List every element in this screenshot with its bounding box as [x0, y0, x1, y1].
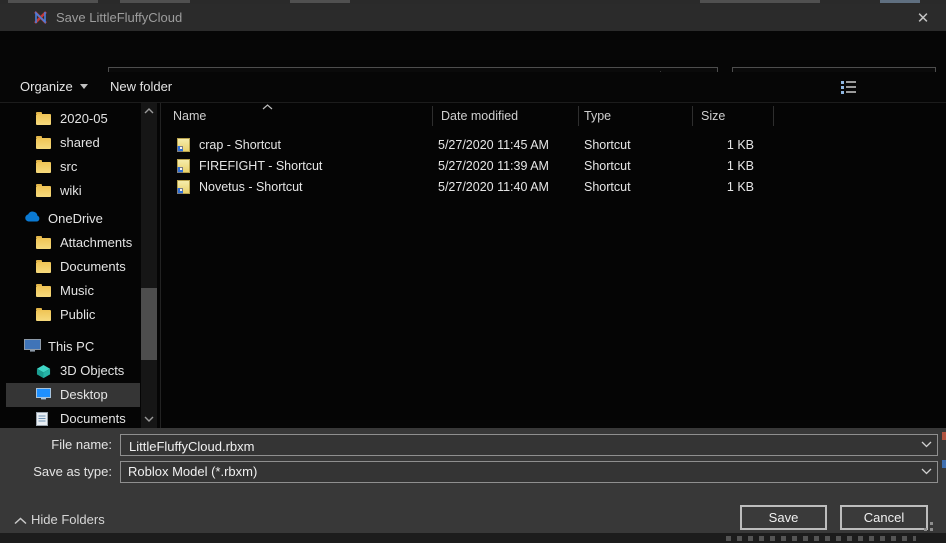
save-as-type-select[interactable]: Roblox Model (*.rbxm)	[120, 461, 938, 483]
file-name-combobox[interactable]	[120, 434, 938, 456]
save-as-type-label: Save as type:	[0, 464, 112, 479]
shortcut-file-icon	[177, 138, 190, 152]
sidebar-item-onedrive[interactable]: OneDrive	[0, 207, 140, 231]
desktop-monitor-icon	[36, 388, 51, 400]
folder-icon	[36, 114, 51, 125]
new-folder-button[interactable]: New folder	[110, 72, 172, 102]
chevron-down-icon[interactable]	[921, 468, 932, 475]
column-divider[interactable]	[692, 106, 693, 126]
sidebar-item-desktop[interactable]: Desktop	[6, 383, 140, 407]
sidebar-item-3d-objects[interactable]: 3D Objects	[0, 359, 140, 383]
column-divider[interactable]	[578, 106, 579, 126]
folder-icon	[36, 238, 51, 249]
command-toolbar: Organize New folder ?	[0, 72, 946, 103]
sidebar-item-public[interactable]: Public	[0, 303, 140, 327]
details-view-icon[interactable]	[841, 81, 857, 94]
save-button[interactable]: Save	[740, 505, 827, 530]
column-divider[interactable]	[773, 106, 774, 126]
title-bar: Save LittleFluffyCloud ✕	[0, 4, 946, 31]
chevron-down-icon	[80, 84, 88, 89]
file-name-input[interactable]	[127, 436, 901, 456]
organize-button[interactable]: Organize	[20, 72, 88, 102]
close-icon[interactable]: ✕	[906, 7, 940, 29]
file-row-novetus[interactable]: Novetus - Shortcut 5/27/2020 11:40 AM Sh…	[161, 177, 946, 198]
column-header-type[interactable]: Type	[584, 103, 611, 129]
document-page-icon	[36, 412, 48, 426]
sidebar-item-2020-05[interactable]: 2020-05	[0, 107, 140, 131]
folder-icon	[36, 186, 51, 197]
folder-icon	[36, 162, 51, 173]
folder-icon	[36, 310, 51, 321]
3d-cube-icon	[36, 364, 51, 379]
sidebar-item-shared[interactable]: shared	[0, 131, 140, 155]
column-header-date[interactable]: Date modified	[441, 103, 518, 129]
file-row-crap[interactable]: crap - Shortcut 5/27/2020 11:45 AM Short…	[161, 135, 946, 156]
hide-folders-button[interactable]: Hide Folders	[31, 512, 105, 527]
navigation-bar: ← → ↑ This PC Desktop ↻	[0, 31, 946, 72]
sidebar-item-src[interactable]: src	[0, 155, 140, 179]
chevron-down-icon[interactable]	[921, 441, 932, 448]
folder-icon	[36, 262, 51, 273]
shortcut-file-icon	[177, 180, 190, 194]
sort-ascending-icon	[262, 104, 273, 110]
sidebar-item-this-pc[interactable]: This PC	[0, 335, 140, 359]
sidebar-item-music[interactable]: Music	[0, 279, 140, 303]
cancel-button[interactable]: Cancel	[840, 505, 928, 530]
column-header-name[interactable]: Name	[173, 103, 206, 129]
novetus-app-icon	[32, 9, 49, 26]
folder-icon	[36, 138, 51, 149]
computer-monitor-icon	[24, 339, 41, 352]
scrollbar-thumb[interactable]	[141, 288, 157, 360]
main-area: 2020-05 shared src wiki OneDrive Attachm…	[0, 103, 946, 428]
scroll-up-icon[interactable]	[144, 107, 154, 115]
footer-panel: File name: Save as type: Roblox Model (*…	[0, 428, 946, 533]
onedrive-cloud-icon	[24, 211, 42, 223]
file-row-firefight[interactable]: FIREFIGHT - Shortcut 5/27/2020 11:39 AM …	[161, 156, 946, 177]
window-title: Save LittleFluffyCloud	[56, 10, 182, 25]
file-name-label: File name:	[0, 437, 112, 452]
column-divider[interactable]	[432, 106, 433, 126]
folder-icon	[36, 286, 51, 297]
shortcut-file-icon	[177, 159, 190, 173]
save-dialog: Save LittleFluffyCloud ✕ ← → ↑ This PC D…	[0, 0, 946, 543]
underlying-window-sliver	[942, 432, 946, 440]
file-list: Name Date modified Type Size crap - Shor…	[161, 103, 946, 428]
underlying-window-sliver	[0, 533, 946, 543]
scroll-down-icon[interactable]	[144, 415, 154, 423]
sidebar-item-documents[interactable]: Documents	[0, 255, 140, 279]
sidebar-item-attachments[interactable]: Attachments	[0, 231, 140, 255]
chevron-up-icon	[14, 517, 27, 525]
underlying-window-sliver	[942, 460, 946, 468]
sidebar-item-wiki[interactable]: wiki	[0, 179, 140, 203]
sidebar-scrollbar[interactable]	[141, 103, 157, 428]
column-header-size[interactable]: Size	[701, 103, 725, 129]
